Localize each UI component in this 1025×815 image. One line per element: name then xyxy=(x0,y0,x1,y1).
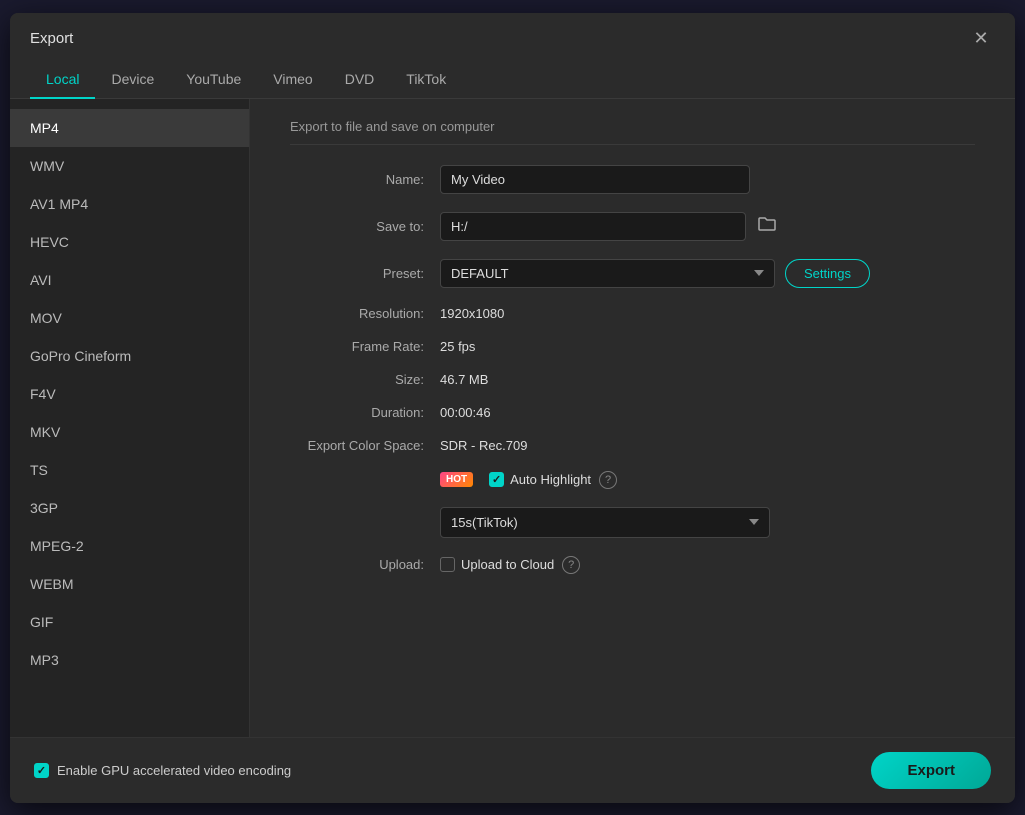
gpu-checkbox[interactable]: ✓ xyxy=(34,763,49,778)
close-button[interactable]: ✕ xyxy=(967,25,995,53)
preset-select[interactable]: DEFAULT Custom xyxy=(440,259,775,288)
preset-label: Preset: xyxy=(290,266,440,281)
save-to-label: Save to: xyxy=(290,219,440,234)
format-mp4[interactable]: MP4 xyxy=(10,109,249,147)
size-row: Size: 46.7 MB xyxy=(290,372,975,387)
save-to-row: Save to: xyxy=(290,212,975,241)
format-wmv[interactable]: WMV xyxy=(10,147,249,185)
name-label: Name: xyxy=(290,172,440,187)
format-f4v[interactable]: F4V xyxy=(10,375,249,413)
hot-badge: HOT xyxy=(440,472,473,487)
format-av1mp4[interactable]: AV1 MP4 xyxy=(10,185,249,223)
upload-label: Upload: xyxy=(290,557,440,572)
auto-highlight-help-icon[interactable]: ? xyxy=(599,471,617,489)
auto-highlight-checkbox[interactable]: ✓ xyxy=(489,472,504,487)
preset-controls: DEFAULT Custom Settings xyxy=(440,259,870,288)
format-hevc[interactable]: HEVC xyxy=(10,223,249,261)
tab-device[interactable]: Device xyxy=(95,61,170,99)
tab-youtube[interactable]: YouTube xyxy=(170,61,257,99)
duration-label: Duration: xyxy=(290,405,440,420)
format-3gp[interactable]: 3GP xyxy=(10,489,249,527)
color-space-row: Export Color Space: SDR - Rec.709 xyxy=(290,438,975,453)
format-ts[interactable]: TS xyxy=(10,451,249,489)
color-space-label: Export Color Space: xyxy=(290,438,440,453)
upload-to-cloud-label[interactable]: Upload to Cloud xyxy=(440,557,554,572)
auto-highlight-label: Auto Highlight xyxy=(510,472,591,487)
export-button[interactable]: Export xyxy=(871,752,991,789)
export-dialog: Export ✕ Local Device YouTube Vimeo DVD … xyxy=(10,13,1015,803)
export-content: Export to file and save on computer Name… xyxy=(250,99,1015,737)
upload-to-cloud-checkbox[interactable] xyxy=(440,557,455,572)
format-mov[interactable]: MOV xyxy=(10,299,249,337)
auto-highlight-checkbox-label[interactable]: ✓ Auto Highlight xyxy=(489,472,591,487)
framerate-label: Frame Rate: xyxy=(290,339,440,354)
resolution-label: Resolution: xyxy=(290,306,440,321)
size-value: 46.7 MB xyxy=(440,372,488,387)
path-row xyxy=(440,212,780,241)
format-mkv[interactable]: MKV xyxy=(10,413,249,451)
tiktok-duration-row: 15s(TikTok) 30s 60s xyxy=(290,507,975,538)
tabs-bar: Local Device YouTube Vimeo DVD TikTok xyxy=(10,61,1015,99)
tab-tiktok[interactable]: TikTok xyxy=(390,61,462,99)
size-label: Size: xyxy=(290,372,440,387)
format-mpeg2[interactable]: MPEG-2 xyxy=(10,527,249,565)
dialog-title: Export xyxy=(30,30,73,47)
path-input[interactable] xyxy=(440,212,746,241)
dialog-footer: ✓ Enable GPU accelerated video encoding … xyxy=(10,737,1015,803)
format-webm[interactable]: WEBM xyxy=(10,565,249,603)
upload-row: Upload: Upload to Cloud ? xyxy=(290,556,975,574)
upload-to-cloud-text: Upload to Cloud xyxy=(461,557,554,572)
color-space-value: SDR - Rec.709 xyxy=(440,438,527,453)
gpu-label-text: Enable GPU accelerated video encoding xyxy=(57,763,291,778)
tiktok-duration-select[interactable]: 15s(TikTok) 30s 60s xyxy=(440,507,770,538)
tab-vimeo[interactable]: Vimeo xyxy=(257,61,328,99)
tab-local[interactable]: Local xyxy=(30,61,95,99)
duration-value: 00:00:46 xyxy=(440,405,491,420)
format-avi[interactable]: AVI xyxy=(10,261,249,299)
duration-row: Duration: 00:00:46 xyxy=(290,405,975,420)
upload-help-icon[interactable]: ? xyxy=(562,556,580,574)
gpu-checkbox-label[interactable]: ✓ Enable GPU accelerated video encoding xyxy=(34,763,291,778)
format-gopro[interactable]: GoPro Cineform xyxy=(10,337,249,375)
resolution-value: 1920x1080 xyxy=(440,306,504,321)
format-gif[interactable]: GIF xyxy=(10,603,249,641)
preset-row: Preset: DEFAULT Custom Settings xyxy=(290,259,975,288)
folder-browse-button[interactable] xyxy=(754,212,780,241)
format-list: MP4 WMV AV1 MP4 HEVC AVI MOV GoPro Cinef… xyxy=(10,99,250,737)
framerate-value: 25 fps xyxy=(440,339,475,354)
name-row: Name: xyxy=(290,165,975,194)
framerate-row: Frame Rate: 25 fps xyxy=(290,339,975,354)
dialog-body: MP4 WMV AV1 MP4 HEVC AVI MOV GoPro Cinef… xyxy=(10,99,1015,737)
format-mp3[interactable]: MP3 xyxy=(10,641,249,679)
titlebar: Export ✕ xyxy=(10,13,1015,61)
auto-highlight-row: HOT ✓ Auto Highlight ? xyxy=(290,471,975,489)
settings-button[interactable]: Settings xyxy=(785,259,870,288)
export-to-label: Export to file and save on computer xyxy=(290,119,975,145)
upload-controls: Upload to Cloud ? xyxy=(440,556,580,574)
name-input[interactable] xyxy=(440,165,750,194)
resolution-row: Resolution: 1920x1080 xyxy=(290,306,975,321)
tab-dvd[interactable]: DVD xyxy=(329,61,391,99)
